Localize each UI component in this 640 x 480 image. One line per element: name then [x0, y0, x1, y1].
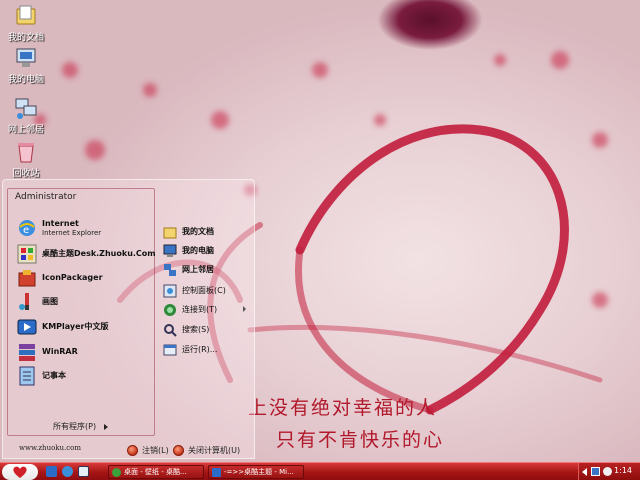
network-places-icon	[163, 262, 177, 276]
right-item-network-places[interactable]: 网上邻居	[163, 262, 214, 276]
start-menu: Administrator e Internet Internet Explor…	[2, 179, 255, 459]
right-item-my-documents[interactable]: 我的文档	[163, 224, 214, 239]
my-documents-icon	[163, 224, 177, 239]
connect-to-icon	[163, 302, 177, 316]
desktop-icon-recycle-bin[interactable]: 回收站	[0, 140, 52, 179]
network-places-icon	[14, 96, 38, 120]
menu-item-zhuoku-theme[interactable]: 桌酷主题Desk.Zhuoku.Com	[17, 244, 156, 264]
taskbar: 桌面 - 壁纸 - 桌酷... -=>>桌酷主题 - Mi... 1:14	[0, 462, 640, 480]
quick-launch-ie-icon[interactable]	[46, 466, 57, 477]
power-icon	[173, 445, 184, 456]
task-button-zhuoku-theme[interactable]: -=>>桌酷主题 - Mi...	[208, 465, 304, 479]
system-tray: 1:14	[578, 463, 640, 480]
logoff-icon	[127, 445, 138, 456]
kmplayer-icon	[17, 317, 37, 337]
my-computer-icon	[14, 46, 38, 70]
desktop-icon-network-places[interactable]: 网上邻居	[0, 96, 52, 135]
wallpaper-caption-line1: 上没有绝对幸福的人	[248, 397, 438, 419]
winrar-icon	[17, 342, 37, 362]
heart-start-icon	[13, 466, 27, 478]
start-button[interactable]	[2, 464, 38, 480]
control-panel-icon	[163, 283, 177, 298]
menu-item-internet[interactable]: e Internet Internet Explorer	[17, 218, 101, 238]
iconpackager-icon	[17, 268, 37, 288]
desktop[interactable]: 上没有绝对幸福的人 只有不肯快乐的心 我的文档 我的电脑 网上邻居 回收站 Ad…	[0, 0, 640, 462]
search-icon	[163, 322, 177, 337]
recycle-bin-icon	[14, 140, 38, 164]
menu-item-winrar[interactable]: WinRAR	[17, 342, 78, 362]
menu-item-paint[interactable]: 画图	[17, 292, 58, 312]
svg-text:e: e	[23, 225, 29, 236]
paint-icon	[17, 292, 37, 312]
my-computer-icon	[163, 243, 177, 257]
logoff-button[interactable]: 注销(L)	[127, 445, 169, 456]
wallpaper-caption-line2: 只有不肯快乐的心	[276, 429, 445, 451]
quick-launch-desktop-icon[interactable]	[78, 466, 89, 477]
all-programs-button[interactable]: 所有程序(P)	[53, 421, 109, 432]
right-item-run[interactable]: 运行(R)...	[163, 342, 217, 356]
right-item-connect-to[interactable]: 连接到(T)	[163, 302, 217, 316]
shutdown-button[interactable]: 关闭计算机(U)	[173, 445, 240, 456]
zhuoku-url: www.zhuoku.com	[19, 444, 82, 452]
clock[interactable]: 1:14	[614, 466, 632, 475]
right-item-control-panel[interactable]: 控制面板(C)	[163, 283, 226, 298]
task-button-zhuoku-browser[interactable]: 桌面 - 壁纸 - 桌酷...	[108, 465, 204, 479]
user-name: Administrator	[15, 192, 77, 202]
volume-tray-icon[interactable]	[603, 467, 612, 476]
menu-item-notepad[interactable]: 记事本	[17, 366, 66, 386]
my-documents-icon	[14, 4, 38, 28]
document-icon	[212, 467, 221, 477]
quick-launch-browser-icon[interactable]	[62, 466, 73, 477]
menu-item-kmplayer[interactable]: KMPlayer中文版	[17, 317, 109, 337]
desktop-icon-my-documents[interactable]: 我的文档	[0, 4, 52, 43]
browser-icon	[112, 467, 121, 477]
menu-item-iconpackager[interactable]: IconPackager	[17, 268, 103, 288]
zhuoku-theme-icon	[17, 244, 37, 264]
right-item-search[interactable]: 搜索(S)	[163, 322, 209, 337]
desktop-icon-my-computer[interactable]: 我的电脑	[0, 46, 52, 85]
notepad-icon	[17, 366, 37, 386]
internet-explorer-icon: e	[17, 218, 37, 238]
right-item-my-computer[interactable]: 我的电脑	[163, 243, 214, 257]
tray-expand-icon[interactable]	[582, 468, 587, 476]
run-icon	[163, 342, 177, 356]
submenu-arrow-icon	[243, 306, 246, 312]
arrow-right-icon	[104, 423, 109, 430]
network-tray-icon[interactable]	[591, 467, 600, 476]
